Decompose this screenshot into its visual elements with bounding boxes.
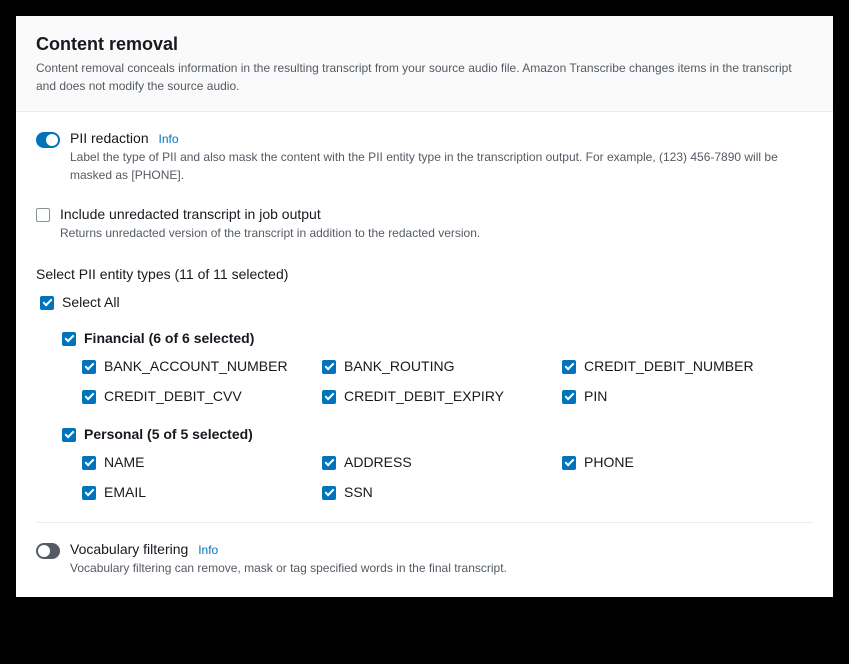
vocab-info-link[interactable]: Info [198, 543, 218, 557]
group-financial-row: Financial (6 of 6 selected) [62, 330, 813, 346]
entity-name: NAME [82, 454, 322, 470]
entity-label: PHONE [584, 454, 634, 470]
entity-label: EMAIL [104, 484, 146, 500]
select-all-label: Select All [62, 294, 120, 310]
content-removal-panel: Content removal Content removal conceals… [16, 16, 833, 597]
group-personal-label: Personal (5 of 5 selected) [84, 426, 253, 442]
select-all-row: Select All [40, 294, 813, 310]
pii-redaction-toggle[interactable] [36, 132, 60, 148]
group-financial-checkbox[interactable] [62, 332, 76, 346]
entity-checkbox[interactable] [562, 390, 576, 404]
vocabulary-filtering-desc: Vocabulary filtering can remove, mask or… [70, 559, 813, 577]
entity-checkbox[interactable] [562, 360, 576, 374]
pii-redaction-row: PII redaction Info Label the type of PII… [36, 130, 813, 184]
entity-phone: PHONE [562, 454, 802, 470]
include-unredacted-row: Include unredacted transcript in job out… [36, 206, 813, 242]
entity-checkbox[interactable] [82, 486, 96, 500]
panel-subtitle: Content removal conceals information in … [36, 59, 813, 95]
financial-entities: BANK_ACCOUNT_NUMBER BANK_ROUTING CREDIT_… [82, 358, 813, 404]
entity-label: CREDIT_DEBIT_EXPIRY [344, 388, 504, 404]
group-financial-label: Financial (6 of 6 selected) [84, 330, 254, 346]
group-personal-row: Personal (5 of 5 selected) [62, 426, 813, 442]
entity-address: ADDRESS [322, 454, 562, 470]
entity-credit-debit-cvv: CREDIT_DEBIT_CVV [82, 388, 322, 404]
panel-header: Content removal Content removal conceals… [16, 16, 833, 112]
vocabulary-filtering-toggle[interactable] [36, 543, 60, 559]
entity-label: SSN [344, 484, 373, 500]
pii-info-link[interactable]: Info [159, 132, 179, 146]
entity-checkbox[interactable] [82, 360, 96, 374]
entity-label: CREDIT_DEBIT_NUMBER [584, 358, 754, 374]
entity-checkbox[interactable] [82, 456, 96, 470]
pii-redaction-desc: Label the type of PII and also mask the … [70, 148, 813, 184]
vocabulary-filtering-row: Vocabulary filtering Info Vocabulary fil… [36, 541, 813, 577]
include-unredacted-checkbox[interactable] [36, 208, 50, 222]
entity-credit-debit-number: CREDIT_DEBIT_NUMBER [562, 358, 802, 374]
entity-checkbox[interactable] [562, 456, 576, 470]
vocabulary-filtering-label: Vocabulary filtering [70, 541, 188, 557]
entity-ssn: SSN [322, 484, 562, 500]
entity-label: BANK_ACCOUNT_NUMBER [104, 358, 288, 374]
entity-label: BANK_ROUTING [344, 358, 454, 374]
divider [36, 522, 813, 523]
entity-email: EMAIL [82, 484, 322, 500]
pii-redaction-label: PII redaction [70, 130, 149, 146]
entity-bank-routing: BANK_ROUTING [322, 358, 562, 374]
entity-checkbox[interactable] [322, 360, 336, 374]
entity-types-heading: Select PII entity types (11 of 11 select… [36, 266, 813, 282]
group-personal-checkbox[interactable] [62, 428, 76, 442]
include-unredacted-label: Include unredacted transcript in job out… [60, 206, 321, 222]
select-all-checkbox[interactable] [40, 296, 54, 310]
entity-checkbox[interactable] [82, 390, 96, 404]
include-unredacted-desc: Returns unredacted version of the transc… [60, 224, 813, 242]
entity-label: CREDIT_DEBIT_CVV [104, 388, 242, 404]
entity-label: PIN [584, 388, 607, 404]
entity-checkbox[interactable] [322, 390, 336, 404]
entity-credit-debit-expiry: CREDIT_DEBIT_EXPIRY [322, 388, 562, 404]
panel-body: PII redaction Info Label the type of PII… [16, 112, 833, 597]
entity-label: ADDRESS [344, 454, 412, 470]
personal-entities: NAME ADDRESS PHONE EMAIL SSN [82, 454, 813, 500]
entity-pin: PIN [562, 388, 802, 404]
entity-checkbox[interactable] [322, 486, 336, 500]
entity-label: NAME [104, 454, 144, 470]
panel-title: Content removal [36, 34, 813, 55]
entity-bank-account-number: BANK_ACCOUNT_NUMBER [82, 358, 322, 374]
entity-checkbox[interactable] [322, 456, 336, 470]
